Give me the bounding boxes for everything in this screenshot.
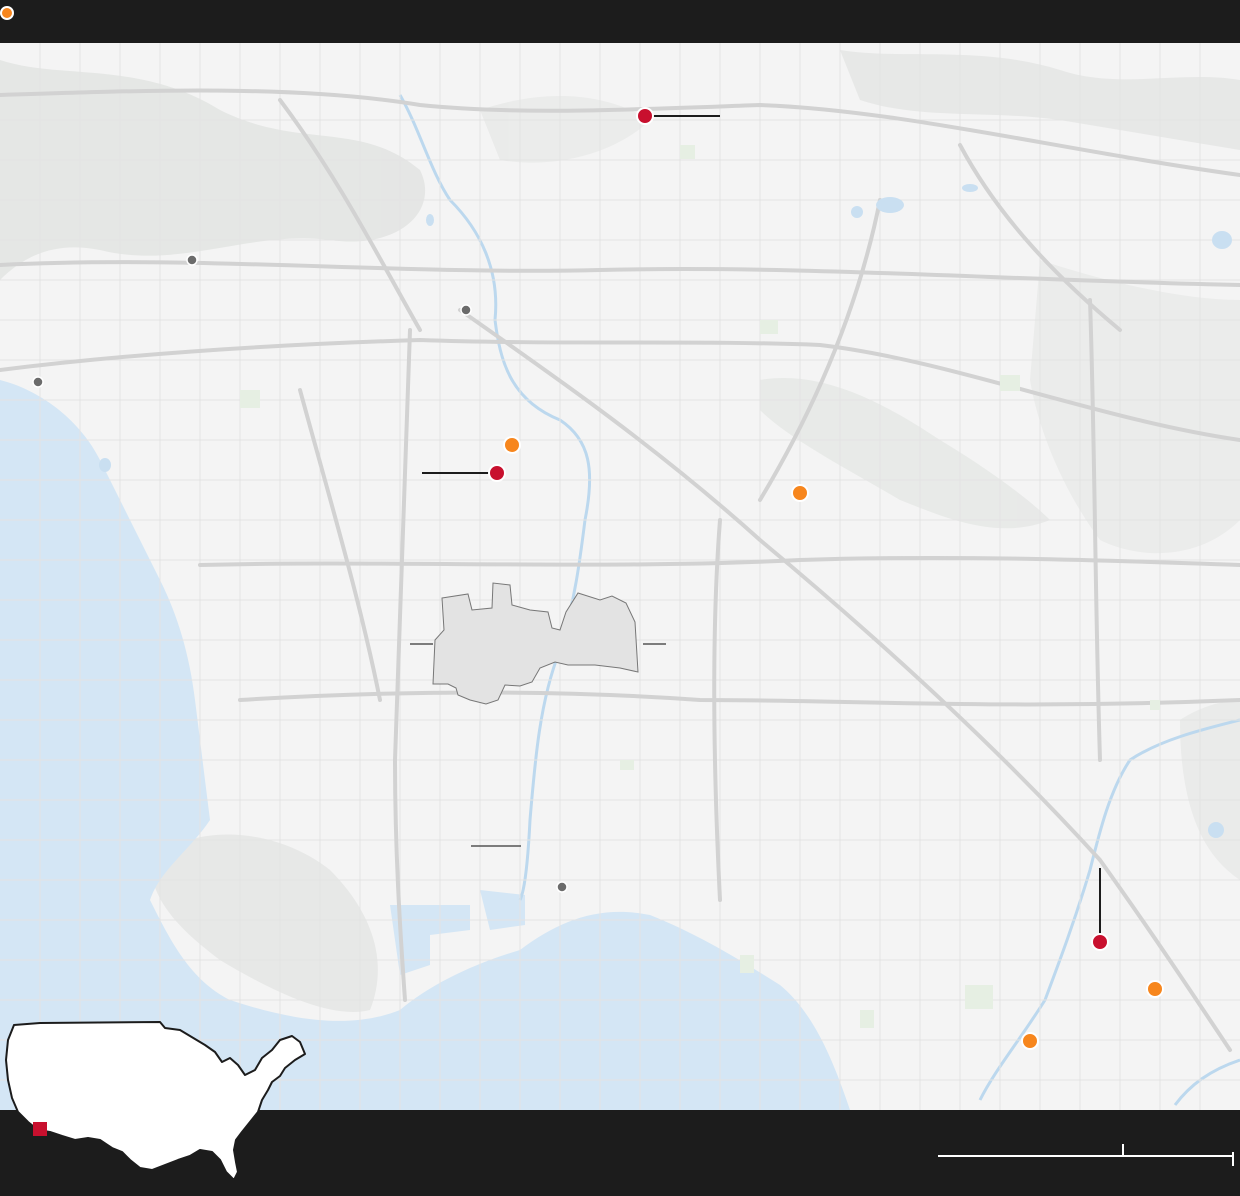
gray-marker <box>186 254 198 266</box>
map-canvas[interactable] <box>0 43 1240 1110</box>
gray-marker <box>32 376 44 388</box>
top-bar <box>0 0 1240 43</box>
red-marker <box>636 107 654 125</box>
bottom-bar <box>0 1110 1240 1196</box>
orange-marker <box>1021 1032 1039 1050</box>
gray-marker <box>460 304 472 316</box>
red-marker <box>488 464 506 482</box>
gray-marker <box>556 881 568 893</box>
legend-orange-dot-icon <box>0 6 14 20</box>
orange-marker <box>791 484 809 502</box>
orange-marker <box>1146 980 1164 998</box>
orange-marker <box>503 436 521 454</box>
red-marker <box>1091 933 1109 951</box>
